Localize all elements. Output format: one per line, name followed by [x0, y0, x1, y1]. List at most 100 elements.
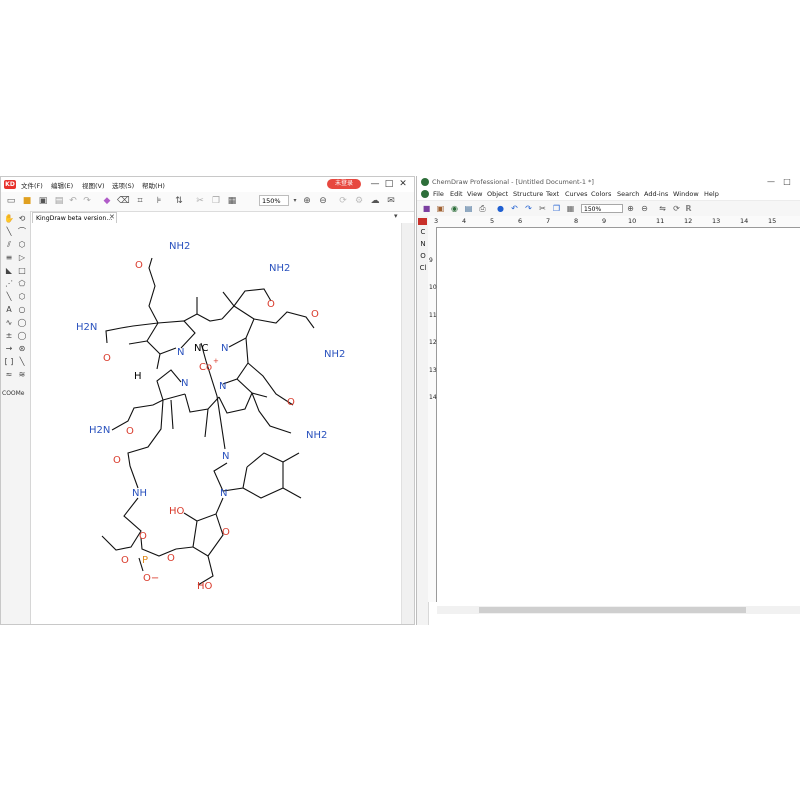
arrow-tool-icon[interactable]: → — [3, 343, 15, 355]
copy-icon[interactable]: ❐ — [551, 203, 562, 214]
print-icon[interactable]: ⎙ — [477, 203, 488, 214]
kd-menu-view[interactable]: 视图(V) — [82, 180, 105, 190]
zoom-in-icon[interactable]: ⊕ — [301, 195, 313, 207]
hand-tool-icon[interactable]: ✋ — [3, 213, 15, 225]
circle-ring-icon[interactable]: ○ — [16, 304, 28, 316]
settings-icon[interactable]: ⚙ — [353, 195, 365, 207]
triple-bond-icon[interactable]: ≡ — [3, 252, 15, 264]
bracket-tool-icon[interactable]: [ ] — [3, 356, 15, 368]
copy-icon[interactable]: ❐ — [210, 195, 222, 207]
login-button[interactable]: 未登录 — [327, 179, 361, 189]
menu-curves[interactable]: Curves — [565, 190, 588, 198]
menu-edit[interactable]: Edit — [450, 190, 463, 198]
save-icon[interactable]: ▣ — [37, 195, 49, 207]
paste-icon[interactable]: ▦ — [565, 203, 576, 214]
charge-tool-icon[interactable]: ± — [3, 330, 15, 342]
kingdraw-canvas[interactable]: NH2 O NH2 O O NH2 H2N O N N N N NC Co + … — [31, 223, 401, 624]
chemdraw-canvas[interactable] — [437, 228, 800, 606]
kd-minimize-button[interactable]: — — [369, 178, 381, 191]
zoom-in-icon[interactable]: ⊕ — [625, 203, 636, 214]
cd-scroll-thumb[interactable] — [479, 607, 746, 613]
kd-zoom-select[interactable]: 150% — [259, 195, 289, 206]
cloud-icon[interactable]: ☁ — [369, 195, 381, 207]
menu-search[interactable]: Search — [617, 190, 639, 198]
r-group-icon[interactable]: R — [683, 203, 694, 214]
flip-icon[interactable]: ⇅ — [173, 195, 185, 207]
kd-vertical-scrollbar[interactable] — [401, 223, 414, 624]
zoom-out-icon[interactable]: ⊖ — [639, 203, 650, 214]
kd-close-button[interactable]: ✕ — [397, 178, 409, 191]
menu-view[interactable]: View — [467, 190, 482, 198]
rotate-icon[interactable]: ⟳ — [337, 195, 349, 207]
zoom-dropdown-icon[interactable]: ▾ — [289, 195, 301, 207]
hash-bond-icon[interactable]: ⋰ — [3, 278, 15, 290]
save-icon[interactable]: ▤ — [463, 203, 474, 214]
open-icon[interactable]: ▣ — [435, 203, 446, 214]
clipboard-icon[interactable]: ◉ — [449, 203, 460, 214]
curve-tool-icon[interactable]: ≈ — [3, 369, 15, 381]
kd-menu-options[interactable]: 选项(S) — [112, 180, 134, 190]
lasso-icon[interactable]: ⌗ — [134, 195, 146, 207]
octagon-ring-icon[interactable]: ◯ — [16, 317, 28, 329]
kd-maximize-button[interactable]: □ — [383, 178, 395, 191]
menu-window[interactable]: Window — [673, 190, 699, 198]
kd-menu-help[interactable]: 帮助(H) — [142, 180, 165, 190]
zoom-out-icon[interactable]: ⊖ — [317, 195, 329, 207]
flip-icon[interactable]: ⇋ — [657, 203, 668, 214]
rotate-tool-icon[interactable]: ⟲ — [16, 213, 28, 225]
menu-help[interactable]: Help — [704, 190, 719, 198]
redo-icon[interactable]: ↷ — [523, 203, 534, 214]
cd-minimize-button[interactable]: — — [765, 176, 777, 188]
rotate-icon[interactable]: ⟳ — [671, 203, 682, 214]
element-palette-icon[interactable] — [418, 218, 427, 225]
single-bond-icon[interactable]: ╲ — [3, 226, 15, 238]
cd-horizontal-scrollbar[interactable] — [437, 606, 800, 614]
paste-icon[interactable]: ▦ — [226, 195, 238, 207]
menu-text[interactable]: Text — [546, 190, 559, 198]
kd-document-tab[interactable]: KingDraw beta version... — [32, 212, 117, 223]
tab-menu-icon[interactable]: ▾ — [394, 212, 398, 220]
hexagon-ring-2-icon[interactable]: ⬡ — [16, 291, 28, 303]
cut-icon[interactable]: ✂ — [194, 195, 206, 207]
menu-file[interactable]: File — [433, 190, 444, 198]
coome-group-button[interactable]: COOMe — [2, 390, 25, 397]
menu-add-ins[interactable]: Add-ins — [644, 190, 668, 198]
text-tool-icon[interactable]: A — [3, 304, 15, 316]
print-icon[interactable]: ▤ — [53, 195, 65, 207]
pentagon-ring-icon[interactable]: ⬠ — [16, 278, 28, 290]
kd-menu-edit[interactable]: 编辑(E) — [51, 180, 73, 190]
atom-map-icon[interactable]: ⊛ — [16, 343, 28, 355]
tab-close-icon[interactable]: ✕ — [109, 212, 115, 223]
clean-icon[interactable]: ⌫ — [117, 195, 130, 207]
align-icon[interactable]: ⊧ — [153, 195, 165, 207]
new-document-icon[interactable]: ■ — [421, 203, 432, 214]
share-icon[interactable]: ✉ — [385, 195, 397, 207]
element-chlorine-button[interactable]: Cl — [418, 264, 428, 272]
lasso-tool-icon[interactable]: ⌒ — [16, 226, 28, 238]
double-bond-icon[interactable]: ⫽ — [3, 239, 15, 251]
wave-tool-icon[interactable]: ≋ — [16, 369, 28, 381]
redo-icon[interactable]: ↷ — [81, 195, 93, 207]
wedge-bond-icon[interactable]: ◣ — [3, 265, 15, 277]
open-folder-icon[interactable]: ■ — [21, 195, 33, 207]
eraser-icon[interactable]: ◆ — [101, 195, 113, 207]
new-file-icon[interactable]: ▭ — [5, 195, 17, 207]
element-nitrogen-button[interactable]: N — [418, 240, 428, 248]
element-carbon-button[interactable]: C — [418, 228, 428, 236]
help-icon[interactable]: ● — [495, 203, 506, 214]
cut-icon[interactable]: ✂ — [537, 203, 548, 214]
element-oxygen-button[interactable]: O — [418, 252, 428, 260]
menu-structure[interactable]: Structure — [513, 190, 543, 198]
kd-menu-file[interactable]: 文件(F) — [21, 180, 43, 190]
undo-icon[interactable]: ↶ — [509, 203, 520, 214]
undo-icon[interactable]: ↶ — [67, 195, 79, 207]
cd-zoom-select[interactable]: 150% — [581, 204, 623, 213]
benzene-ring-icon[interactable]: ◯ — [16, 330, 28, 342]
menu-colors[interactable]: Colors — [591, 190, 611, 198]
wavy-bond-icon[interactable]: ╲ — [3, 291, 15, 303]
line-tool-icon[interactable]: ╲ — [16, 356, 28, 368]
hexagon-ring-icon[interactable]: ⬡ — [16, 239, 28, 251]
square-ring-icon[interactable]: □ — [16, 265, 28, 277]
menu-object[interactable]: Object — [487, 190, 508, 198]
cd-maximize-button[interactable]: □ — [781, 176, 793, 188]
